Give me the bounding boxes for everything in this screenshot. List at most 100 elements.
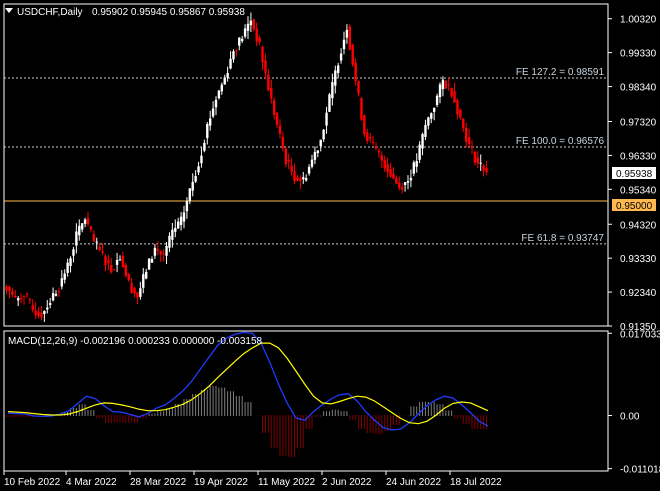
bear-candle[interactable] bbox=[14, 295, 17, 298]
bull-candle[interactable] bbox=[80, 223, 84, 230]
candlesticks[interactable] bbox=[5, 12, 488, 322]
bear-candle[interactable] bbox=[86, 218, 90, 225]
bull-candle[interactable] bbox=[83, 219, 87, 224]
bull-candle[interactable] bbox=[72, 249, 75, 256]
bull-candle[interactable] bbox=[403, 182, 407, 185]
bull-candle[interactable] bbox=[430, 113, 433, 119]
bear-candle[interactable] bbox=[354, 62, 357, 82]
bear-candle[interactable] bbox=[127, 274, 130, 281]
bear-candle[interactable] bbox=[296, 176, 299, 181]
bull-candle[interactable] bbox=[182, 212, 186, 222]
bear-candle[interactable] bbox=[389, 168, 392, 177]
bull-candle[interactable] bbox=[188, 188, 192, 201]
bull-candle[interactable] bbox=[310, 159, 314, 167]
bull-candle[interactable] bbox=[331, 82, 334, 99]
bear-candle[interactable] bbox=[456, 100, 459, 115]
bull-candle[interactable] bbox=[249, 20, 253, 26]
bull-candle[interactable] bbox=[325, 112, 328, 126]
bull-candle[interactable] bbox=[229, 58, 232, 69]
bull-candle[interactable] bbox=[150, 259, 154, 263]
bull-candle[interactable] bbox=[179, 216, 183, 225]
bull-candle[interactable] bbox=[165, 245, 168, 256]
bull-candle[interactable] bbox=[153, 247, 157, 256]
bull-candle[interactable] bbox=[174, 227, 177, 232]
bear-candle[interactable] bbox=[267, 74, 270, 91]
bear-candle[interactable] bbox=[92, 234, 96, 242]
bear-candle[interactable] bbox=[485, 167, 488, 173]
bear-candle[interactable] bbox=[366, 132, 369, 142]
bear-candle[interactable] bbox=[386, 164, 389, 172]
bull-candle[interactable] bbox=[185, 200, 189, 212]
bear-candle[interactable] bbox=[275, 113, 279, 125]
bear-candle[interactable] bbox=[363, 115, 366, 135]
bull-candle[interactable] bbox=[226, 73, 229, 78]
bear-candle[interactable] bbox=[104, 255, 107, 266]
bear-candle[interactable] bbox=[57, 291, 61, 293]
bear-candle[interactable] bbox=[476, 157, 480, 164]
bear-candle[interactable] bbox=[278, 125, 282, 134]
bear-candle[interactable] bbox=[5, 286, 8, 291]
bear-candle[interactable] bbox=[8, 286, 11, 292]
bear-candle[interactable] bbox=[264, 60, 267, 73]
bull-candle[interactable] bbox=[220, 84, 224, 92]
bull-candle[interactable] bbox=[54, 294, 58, 296]
bear-candle[interactable] bbox=[98, 246, 101, 251]
bear-candle[interactable] bbox=[459, 109, 462, 118]
bull-candle[interactable] bbox=[115, 259, 119, 265]
bear-candle[interactable] bbox=[380, 155, 384, 161]
bear-candle[interactable] bbox=[28, 299, 32, 301]
trading-chart[interactable]: FE 127.2 = 0.98591 FE 100.0 = 0.96576 FE 6… bbox=[0, 0, 660, 491]
bull-candle[interactable] bbox=[176, 221, 180, 229]
bull-candle[interactable] bbox=[243, 28, 247, 37]
bear-candle[interactable] bbox=[112, 269, 116, 271]
bull-candle[interactable] bbox=[51, 293, 55, 301]
bull-candle[interactable] bbox=[479, 162, 482, 164]
bull-candle[interactable] bbox=[424, 124, 427, 138]
bull-candle[interactable] bbox=[302, 177, 305, 180]
bull-candle[interactable] bbox=[307, 166, 311, 174]
bull-candle[interactable] bbox=[197, 166, 200, 173]
bear-candle[interactable] bbox=[133, 287, 136, 294]
bull-candle[interactable] bbox=[43, 310, 46, 315]
bear-candle[interactable] bbox=[110, 264, 113, 273]
bull-candle[interactable] bbox=[214, 99, 218, 108]
bull-candle[interactable] bbox=[223, 77, 226, 85]
bear-candle[interactable] bbox=[22, 295, 26, 297]
bear-candle[interactable] bbox=[450, 87, 453, 97]
bear-candle[interactable] bbox=[156, 248, 160, 251]
bear-candle[interactable] bbox=[467, 137, 471, 145]
bull-candle[interactable] bbox=[240, 38, 244, 42]
bear-candle[interactable] bbox=[462, 118, 465, 129]
bull-candle[interactable] bbox=[435, 95, 439, 106]
date-axis[interactable]: 10 Feb 2022 4 Mar 2022 28 Mar 2022 19 Apr 2… bbox=[3, 471, 502, 488]
bull-candle[interactable] bbox=[334, 70, 337, 86]
bear-candle[interactable] bbox=[395, 178, 398, 184]
bear-candle[interactable] bbox=[261, 46, 264, 63]
bear-candle[interactable] bbox=[235, 50, 238, 52]
bull-candle[interactable] bbox=[78, 225, 81, 236]
bull-candle[interactable] bbox=[194, 175, 197, 182]
bull-candle[interactable] bbox=[339, 53, 343, 61]
bear-candle[interactable] bbox=[101, 251, 104, 253]
bull-candle[interactable] bbox=[69, 258, 72, 267]
bear-candle[interactable] bbox=[252, 19, 256, 30]
bull-candle[interactable] bbox=[345, 29, 349, 38]
bull-candle[interactable] bbox=[66, 262, 69, 273]
bull-candle[interactable] bbox=[342, 39, 346, 50]
bull-candle[interactable] bbox=[46, 307, 49, 310]
bear-candle[interactable] bbox=[357, 81, 360, 94]
bull-candle[interactable] bbox=[144, 271, 148, 279]
bear-candle[interactable] bbox=[299, 178, 302, 181]
bear-candle[interactable] bbox=[398, 182, 401, 188]
bear-candle[interactable] bbox=[25, 293, 29, 295]
bear-candle[interactable] bbox=[31, 304, 34, 311]
bear-candle[interactable] bbox=[284, 148, 288, 165]
bear-candle[interactable] bbox=[400, 187, 404, 190]
bear-candle[interactable] bbox=[383, 159, 386, 169]
bull-candle[interactable] bbox=[313, 152, 317, 160]
bull-candle[interactable] bbox=[336, 65, 340, 74]
bear-candle[interactable] bbox=[19, 298, 23, 300]
bull-candle[interactable] bbox=[16, 298, 20, 301]
bull-candle[interactable] bbox=[95, 241, 98, 243]
bear-candle[interactable] bbox=[290, 165, 293, 172]
